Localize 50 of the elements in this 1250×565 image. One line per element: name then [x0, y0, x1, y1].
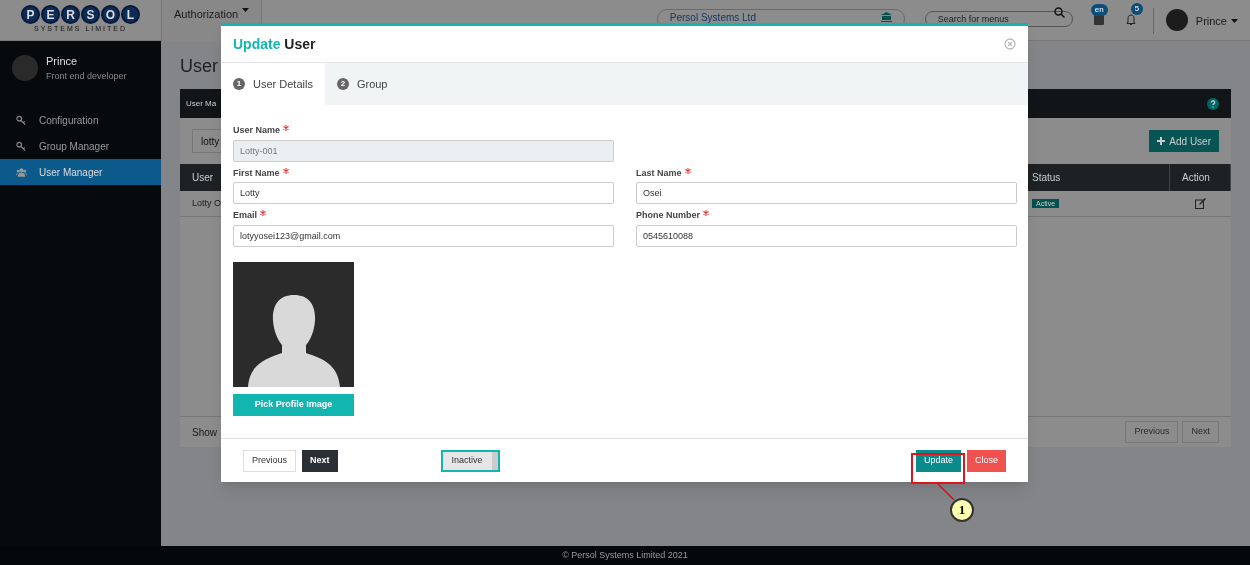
user-menu[interactable]: Prince: [1195, 13, 1238, 30]
step-tab[interactable]: 2 Group: [324, 63, 400, 105]
step-tab[interactable]: 1 User Details: [221, 63, 325, 105]
text-field[interactable]: Osei: [636, 182, 1017, 204]
status-toggle[interactable]: Inactive: [440, 449, 500, 472]
notification-badge: 5: [1130, 3, 1144, 15]
key-icon: [16, 114, 27, 126]
key-icon: [16, 140, 27, 152]
user-avatar: [12, 55, 38, 81]
panel-title: User Ma: [186, 97, 217, 110]
show-label: Show: [192, 425, 217, 440]
add-user-button[interactable]: Add User: [1149, 130, 1219, 152]
bell-icon[interactable]: [1124, 14, 1137, 26]
user-avatar[interactable]: [1165, 9, 1188, 31]
text-field: Lotty-001: [233, 139, 614, 162]
search-icon: [1053, 7, 1065, 18]
user-role: Front end developer: [46, 69, 127, 83]
update-button[interactable]: Update: [915, 449, 961, 472]
highlight-frame: [911, 453, 965, 484]
text-field[interactable]: 0545610088: [636, 224, 1017, 247]
field-label: User Name: [233, 124, 281, 137]
plus-icon: [1157, 137, 1166, 145]
previous-button[interactable]: Previous: [243, 449, 296, 472]
field-label: Phone Number: [636, 209, 700, 222]
table-cell-text: Lotty O: [191, 196, 222, 210]
caret-icon: [1231, 19, 1238, 24]
page-title: User: [180, 55, 218, 78]
sidebar-item[interactable]: User Manager: [0, 159, 161, 185]
field-label: Last Name: [636, 166, 682, 180]
caret-icon: [242, 8, 250, 12]
field-label: First Name: [233, 166, 280, 180]
sidebar-item[interactable]: Configuration: [0, 107, 161, 133]
user-name: Prince: [46, 54, 79, 69]
sidebar-item[interactable]: Group Manager: [0, 133, 161, 159]
text-field[interactable]: Lotty: [233, 182, 614, 204]
column-header: Action: [1170, 164, 1231, 191]
help-icon[interactable]: [1207, 97, 1219, 110]
callout-number: 1: [950, 498, 974, 522]
footer-text: © Persol Systems Limited 2021: [0, 546, 1250, 565]
pagination-button[interactable]: Next: [1182, 421, 1219, 443]
leader-line: [937, 484, 955, 501]
pagination-button[interactable]: Previous: [1125, 421, 1179, 443]
language-badge: en: [1090, 4, 1108, 16]
search-field[interactable]: Search for menus: [924, 11, 1073, 27]
text-field[interactable]: lotyyosei123@gmail.com: [233, 224, 614, 247]
bank-icon: [880, 12, 892, 22]
edit-icon[interactable]: [1195, 198, 1206, 209]
next-button[interactable]: Next: [302, 449, 338, 472]
users-icon: [16, 166, 27, 178]
field-label: Email: [233, 209, 257, 222]
